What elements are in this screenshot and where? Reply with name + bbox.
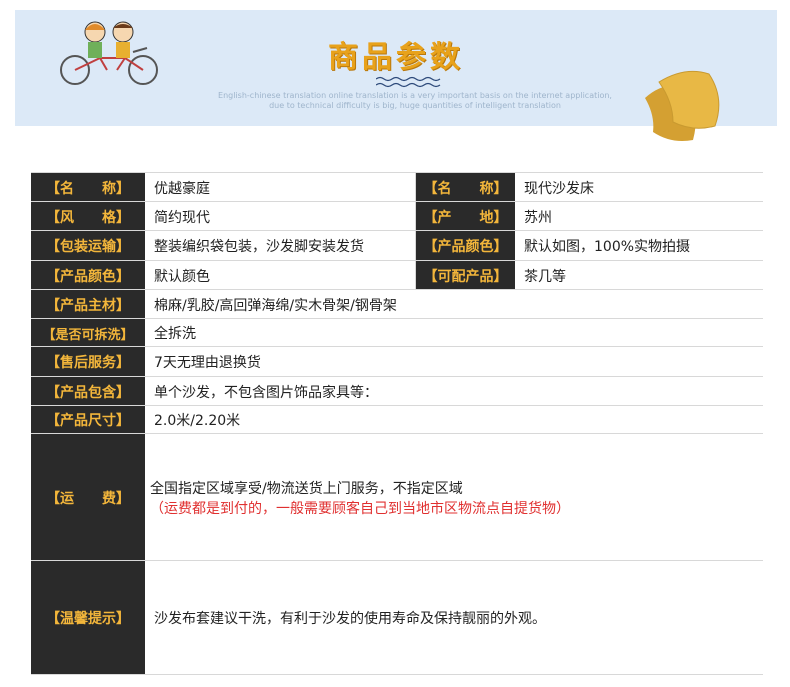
param-value: 简约现代 [145, 202, 416, 231]
param-row: 【包装运输】 整装编织袋包装，沙发脚安装发货 【产品颜色】 默认如图，100%实… [31, 230, 763, 261]
param-value: 默认颜色 [145, 261, 416, 290]
param-label: 【名 称】 [416, 173, 515, 202]
wave-lines-icon [376, 76, 441, 88]
param-row: 【产品尺寸】 2.0米/2.20米 [31, 405, 763, 434]
shipping-note: （运费都是到付的，一般需要顾客自己到当地市区物流点自提货物） [150, 500, 570, 517]
shipping-text: 全国指定区域享受/物流送货上门服务，不指定区域 [150, 480, 463, 497]
subtitle-line-2: due to technical difficulty is big, huge… [269, 101, 561, 110]
param-row: 【售后服务】 7天无理由退换货 [31, 346, 763, 377]
param-value: 2.0米/2.20米 [154, 413, 241, 429]
param-row: 【产品主材】 棉麻/乳胶/高回弹海绵/实木骨架/钢骨架 [31, 289, 763, 319]
param-value: 默认如图，100%实物拍摄 [524, 239, 691, 255]
param-value: 7天无理由退换货 [154, 355, 261, 371]
param-label: 【运 费】 [31, 434, 145, 561]
param-row: 【名 称】 优越豪庭 【名 称】 现代沙发床 [31, 172, 763, 202]
param-value: 全国指定区域享受/物流送货上门服务，不指定区域 （运费都是到付的，一般需要顾客自… [145, 434, 763, 561]
param-value: 整装编织袋包装，沙发脚安装发货 [145, 231, 416, 261]
param-row: 【产品包含】 单个沙发，不包含图片饰品家具等： [31, 376, 763, 406]
param-value: 棉麻/乳胶/高回弹海绵/实木骨架/钢骨架 [154, 297, 397, 314]
yellow-pillows-illustration [645, 70, 720, 141]
param-row: 【运 费】 全国指定区域享受/物流送货上门服务，不指定区域 （运费都是到付的，一… [31, 433, 763, 561]
param-label: 【可配产品】 [416, 261, 515, 290]
param-row: 【风 格】 简约现代 【产 地】 苏州 [31, 201, 763, 231]
param-label: 【包装运输】 [31, 231, 145, 261]
param-label: 【风 格】 [31, 202, 145, 231]
param-value: 茶几等 [524, 268, 566, 285]
param-label: 【产品颜色】 [416, 231, 515, 261]
param-label: 【温馨提示】 [31, 561, 145, 674]
param-value: 沙发布套建议干洗，有利于沙发的使用寿命及保持靓丽的外观。 [154, 610, 546, 627]
param-value: 优越豪庭 [145, 173, 416, 202]
param-label: 【产品尺寸】 [31, 406, 145, 434]
param-row: 【产品颜色】 默认颜色 【可配产品】 茶几等 [31, 260, 763, 290]
param-label: 【是否可拆洗】 [31, 319, 145, 347]
param-value: 苏州 [524, 209, 552, 226]
param-label: 【产品颜色】 [31, 261, 145, 290]
param-label: 【名 称】 [31, 173, 145, 202]
param-label: 【产品包含】 [31, 377, 145, 406]
param-label: 【产品主材】 [31, 290, 145, 319]
param-value: 现代沙发床 [524, 180, 594, 197]
param-value: 单个沙发，不包含图片饰品家具等： [154, 384, 378, 401]
param-row: 【是否可拆洗】 全拆洗 [31, 318, 763, 347]
param-row: 【温馨提示】 沙发布套建议干洗，有利于沙发的使用寿命及保持靓丽的外观。 [31, 560, 763, 675]
param-label: 【产 地】 [416, 202, 515, 231]
header-banner: 商品参数 English-chinese translation online … [15, 10, 777, 141]
param-label: 【售后服务】 [31, 347, 145, 377]
param-value: 全拆洗 [154, 326, 196, 342]
